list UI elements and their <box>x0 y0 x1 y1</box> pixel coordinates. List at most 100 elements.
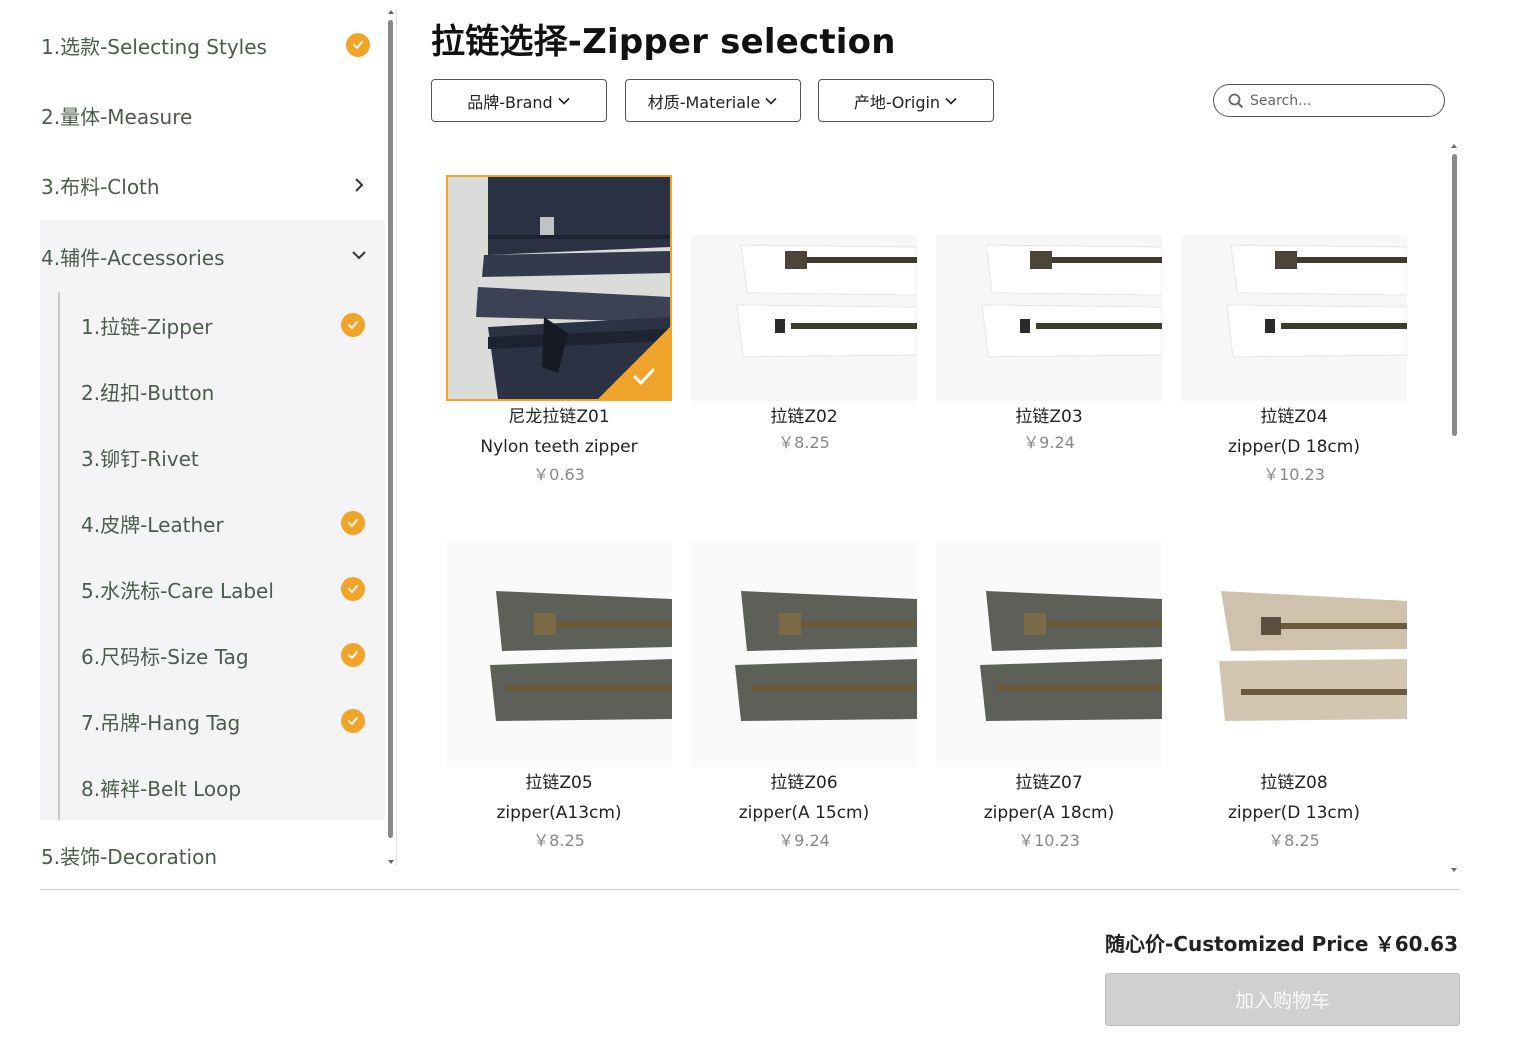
customized-price-value: ￥60.63 <box>1374 932 1458 956</box>
product-card-z04[interactable]: 拉链Z04 zipper(D 18cm) ￥10.23 <box>1181 175 1407 486</box>
sub-item-label: 4.皮牌-Leather <box>81 512 224 537</box>
product-card-z06[interactable]: 拉链Z06 zipper(A 15cm) ￥9.24 <box>691 541 917 852</box>
sidebar-item-cloth[interactable]: 3.布料-Cloth <box>40 150 385 220</box>
search-input[interactable] <box>1250 92 1420 109</box>
grid-scroll-thumb[interactable] <box>1452 154 1457 436</box>
material-filter-dropdown[interactable]: 材质-Materiale <box>625 79 801 122</box>
sidebar-scroll-thumb[interactable] <box>388 20 393 838</box>
sidebar-item-measure[interactable]: 2.量体-Measure <box>40 80 385 150</box>
sidebar-item-label: 5.装饰-Decoration <box>41 844 218 867</box>
scroll-up-icon[interactable] <box>388 10 394 14</box>
product-name: 拉链Z06 <box>770 773 838 793</box>
check-circle-icon <box>341 577 365 601</box>
sub-item-belt-loop[interactable]: 8.裤袢-Belt Loop <box>60 754 385 820</box>
product-price: ￥9.24 <box>778 831 830 850</box>
product-card-z03[interactable]: 拉链Z03 ￥9.24 <box>936 175 1162 454</box>
sidebar-item-accessories[interactable]: 4.辅件-Accessories <box>40 220 385 292</box>
product-price: ￥0.63 <box>533 465 585 484</box>
brand-filter-dropdown[interactable]: 品牌-Brand <box>431 79 607 122</box>
sub-item-button[interactable]: 2.纽扣-Button <box>60 358 385 424</box>
chevron-right-icon <box>355 178 364 192</box>
product-image <box>446 175 672 401</box>
product-image <box>691 541 917 767</box>
filter-label: 品牌-Brand <box>467 92 553 112</box>
selected-badge <box>598 327 670 399</box>
product-image <box>446 541 672 767</box>
product-image <box>936 175 1162 401</box>
origin-filter-dropdown[interactable]: 产地-Origin <box>818 79 994 122</box>
product-image <box>936 541 1162 767</box>
product-desc: zipper(A 18cm) <box>983 803 1115 823</box>
product-price: ￥10.23 <box>1018 831 1080 850</box>
check-circle-icon <box>346 33 370 57</box>
product-price: ￥9.24 <box>1023 433 1075 452</box>
product-card-z08[interactable]: 拉链Z08 zipper(D 13cm) ￥8.25 <box>1181 541 1407 852</box>
product-card-z01[interactable]: 尼龙拉链Z01 Nylon teeth zipper ￥0.63 <box>446 175 672 486</box>
sub-item-leather[interactable]: 4.皮牌-Leather <box>60 490 385 556</box>
search-icon <box>1228 93 1244 108</box>
chevron-down-icon <box>765 97 777 105</box>
sidebar: 1.选款-Selecting Styles 2.量体-Measure 3.布料-… <box>40 10 385 866</box>
product-name: 尼龙拉链Z01 <box>508 407 610 427</box>
sub-item-label: 2.纽扣-Button <box>81 380 215 405</box>
product-desc: Nylon teeth zipper <box>480 437 638 457</box>
scroll-down-icon[interactable] <box>1451 868 1457 872</box>
sub-item-care-label[interactable]: 5.水洗标-Care Label <box>60 556 385 622</box>
product-image <box>691 175 917 401</box>
sub-item-label: 8.裤袢-Belt Loop <box>81 776 242 801</box>
product-price: ￥8.25 <box>533 831 585 850</box>
product-name: 拉链Z08 <box>1260 773 1328 793</box>
check-circle-icon <box>341 313 365 337</box>
sub-item-label: 3.铆钉-Rivet <box>81 446 199 471</box>
product-desc: zipper(D 18cm) <box>1228 437 1360 457</box>
sub-item-label: 1.拉链-Zipper <box>81 314 213 339</box>
sidebar-item-selecting-styles[interactable]: 1.选款-Selecting Styles <box>40 10 385 80</box>
accessories-group: 4.辅件-Accessories 1.拉链-Zipper 2.纽扣-Button… <box>40 220 385 820</box>
sub-item-rivet[interactable]: 3.铆钉-Rivet <box>60 424 385 490</box>
product-price: ￥10.23 <box>1263 465 1325 484</box>
product-grid-scrollbar[interactable] <box>1450 144 1460 872</box>
product-name: 拉链Z03 <box>1015 407 1083 427</box>
sub-item-label: 7.吊牌-Hang Tag <box>81 710 241 735</box>
check-circle-icon <box>341 709 365 733</box>
product-image <box>1181 175 1407 401</box>
page-title: 拉链选择-Zipper selection <box>431 22 896 62</box>
sub-item-label: 5.水洗标-Care Label <box>81 578 274 603</box>
customized-price-label: 随心价-Customized Price <box>1105 932 1369 956</box>
product-desc: zipper(A13cm) <box>496 803 622 823</box>
sidebar-item-label: 2.量体-Measure <box>41 104 193 129</box>
checkmark-icon <box>633 368 655 385</box>
accessories-sub-list: 1.拉链-Zipper 2.纽扣-Button 3.铆钉-Rivet 4.皮牌-… <box>58 292 385 820</box>
chevron-down-icon <box>558 97 570 105</box>
sub-item-hang-tag[interactable]: 7.吊牌-Hang Tag <box>60 688 385 754</box>
sidebar-item-label: 4.辅件-Accessories <box>41 245 225 270</box>
sub-item-zipper[interactable]: 1.拉链-Zipper <box>60 292 385 358</box>
product-image <box>1181 541 1407 767</box>
scroll-up-icon[interactable] <box>1451 144 1457 148</box>
product-name: 拉链Z07 <box>1015 773 1083 793</box>
search-box <box>1213 84 1445 117</box>
product-desc: zipper(D 13cm) <box>1228 803 1360 823</box>
product-price: ￥8.25 <box>1268 831 1320 850</box>
add-to-cart-button[interactable]: 加入购物车 <box>1105 973 1460 1026</box>
sub-item-size-tag[interactable]: 6.尺码标-Size Tag <box>60 622 385 688</box>
product-card-z02[interactable]: 拉链Z02 ￥8.25 <box>691 175 917 454</box>
vertical-divider <box>396 10 397 866</box>
sub-item-label: 6.尺码标-Size Tag <box>81 644 249 669</box>
chevron-down-icon <box>352 251 366 260</box>
product-name: 拉链Z05 <box>525 773 593 793</box>
sidebar-item-label: 3.布料-Cloth <box>41 174 160 199</box>
sidebar-item-label: 1.选款-Selecting Styles <box>41 34 267 59</box>
product-card-z07[interactable]: 拉链Z07 zipper(A 18cm) ￥10.23 <box>936 541 1162 852</box>
check-circle-icon <box>341 511 365 535</box>
product-card-z05[interactable]: 拉链Z05 zipper(A13cm) ￥8.25 <box>446 541 672 852</box>
chevron-down-icon <box>945 97 957 105</box>
sidebar-item-decoration[interactable]: 5.装饰-Decoration <box>40 820 385 867</box>
filter-label: 材质-Materiale <box>647 92 761 112</box>
filter-label: 产地-Origin <box>853 92 941 112</box>
check-circle-icon <box>341 643 365 667</box>
product-desc: zipper(A 15cm) <box>738 803 870 823</box>
product-price: ￥8.25 <box>778 433 830 452</box>
sidebar-scrollbar[interactable] <box>386 10 396 868</box>
scroll-down-icon[interactable] <box>388 860 394 864</box>
